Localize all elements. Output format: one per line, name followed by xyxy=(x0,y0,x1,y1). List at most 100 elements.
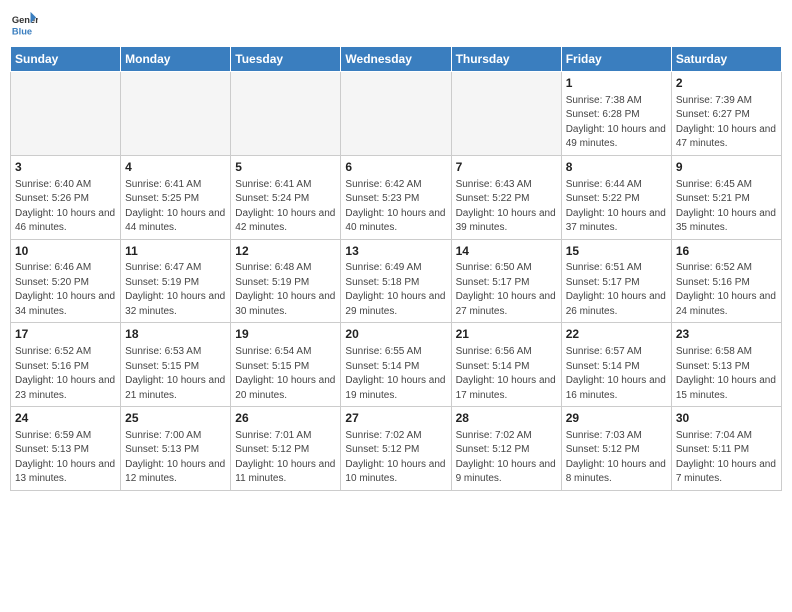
day-number: 4 xyxy=(125,159,226,176)
calendar-cell: 8 Sunrise: 6:44 AM Sunset: 5:22 PM Daylig… xyxy=(561,155,671,239)
day-number: 27 xyxy=(345,410,446,427)
day-number: 2 xyxy=(676,75,777,92)
day-info: Sunrise: 6:43 AM Sunset: 5:22 PM Dayligh… xyxy=(456,178,557,236)
calendar-cell xyxy=(11,72,121,156)
calendar-week-row: 3 Sunrise: 6:40 AM Sunset: 5:26 PM Daylig… xyxy=(11,155,782,239)
day-info: Sunrise: 7:01 AM Sunset: 5:12 PM Dayligh… xyxy=(235,429,336,487)
day-number: 1 xyxy=(566,75,667,92)
calendar-week-row: 24 Sunrise: 6:59 AM Sunset: 5:13 PM Dayli… xyxy=(11,407,782,491)
day-number: 17 xyxy=(15,326,116,343)
day-number: 16 xyxy=(676,243,777,260)
day-info: Sunrise: 6:47 AM Sunset: 5:19 PM Dayligh… xyxy=(125,261,226,319)
weekday-header: Monday xyxy=(121,47,231,72)
day-info: Sunrise: 6:50 AM Sunset: 5:17 PM Dayligh… xyxy=(456,261,557,319)
day-number: 18 xyxy=(125,326,226,343)
day-info: Sunrise: 6:53 AM Sunset: 5:15 PM Dayligh… xyxy=(125,345,226,403)
calendar-cell: 6Sunrise: 6:42 AM Sunset: 5:23 PM Daylig… xyxy=(341,155,451,239)
weekday-header: Friday xyxy=(561,47,671,72)
day-number: 28 xyxy=(456,410,557,427)
day-number: 23 xyxy=(676,326,777,343)
calendar-cell: 13Sunrise: 6:49 AM Sunset: 5:18 PM Dayli… xyxy=(341,239,451,323)
calendar-cell: 28Sunrise: 7:02 AM Sunset: 5:12 PM Dayli… xyxy=(451,407,561,491)
day-info: Sunrise: 6:44 AM Sunset: 5:22 PM Dayligh… xyxy=(566,178,667,236)
day-info: Sunrise: 7:39 AM Sunset: 6:27 PM Dayligh… xyxy=(676,94,777,152)
calendar-cell: 20 Sunrise: 6:55 AM Sunset: 5:14 PM Dayli… xyxy=(341,323,451,407)
calendar-week-row: 1 Sunrise: 7:38 AM Sunset: 6:28 PM Daylig… xyxy=(11,72,782,156)
day-number: 21 xyxy=(456,326,557,343)
calendar-cell xyxy=(121,72,231,156)
calendar-cell xyxy=(451,72,561,156)
day-number: 6 xyxy=(345,159,446,176)
calendar-cell: 22 Sunrise: 6:57 AM Sunset: 5:14 PM Dayli… xyxy=(561,323,671,407)
day-info: Sunrise: 6:58 AM Sunset: 5:13 PM Dayligh… xyxy=(676,345,777,403)
day-info: Sunrise: 6:46 AM Sunset: 5:20 PM Dayligh… xyxy=(15,261,116,319)
svg-text:Blue: Blue xyxy=(12,26,32,36)
day-info: Sunrise: 6:41 AM Sunset: 5:24 PM Dayligh… xyxy=(235,178,336,236)
day-info: Sunrise: 6:59 AM Sunset: 5:13 PM Dayligh… xyxy=(15,429,116,487)
day-info: Sunrise: 6:52 AM Sunset: 5:16 PM Dayligh… xyxy=(15,345,116,403)
day-number: 11 xyxy=(125,243,226,260)
calendar-cell: 24 Sunrise: 6:59 AM Sunset: 5:13 PM Dayli… xyxy=(11,407,121,491)
day-info: Sunrise: 7:02 AM Sunset: 5:12 PM Dayligh… xyxy=(345,429,446,487)
day-number: 3 xyxy=(15,159,116,176)
logo-icon: General Blue xyxy=(10,10,38,38)
calendar-week-row: 10Sunrise: 6:46 AM Sunset: 5:20 PM Dayli… xyxy=(11,239,782,323)
day-number: 13 xyxy=(345,243,446,260)
day-number: 10 xyxy=(15,243,116,260)
calendar-cell: 29 Sunrise: 7:03 AM Sunset: 5:12 PM Dayli… xyxy=(561,407,671,491)
calendar-cell: 4 Sunrise: 6:41 AM Sunset: 5:25 PM Daylig… xyxy=(121,155,231,239)
day-number: 12 xyxy=(235,243,336,260)
calendar-cell: 17 Sunrise: 6:52 AM Sunset: 5:16 PM Dayli… xyxy=(11,323,121,407)
calendar-cell: 7 Sunrise: 6:43 AM Sunset: 5:22 PM Daylig… xyxy=(451,155,561,239)
day-info: Sunrise: 6:57 AM Sunset: 5:14 PM Dayligh… xyxy=(566,345,667,403)
day-info: Sunrise: 7:38 AM Sunset: 6:28 PM Dayligh… xyxy=(566,94,667,152)
calendar-cell: 18 Sunrise: 6:53 AM Sunset: 5:15 PM Dayli… xyxy=(121,323,231,407)
weekday-header: Saturday xyxy=(671,47,781,72)
day-number: 29 xyxy=(566,410,667,427)
calendar-cell: 19 Sunrise: 6:54 AM Sunset: 5:15 PM Dayli… xyxy=(231,323,341,407)
calendar-cell: 11Sunrise: 6:47 AM Sunset: 5:19 PM Dayli… xyxy=(121,239,231,323)
day-info: Sunrise: 6:40 AM Sunset: 5:26 PM Dayligh… xyxy=(15,178,116,236)
calendar-cell: 1 Sunrise: 7:38 AM Sunset: 6:28 PM Daylig… xyxy=(561,72,671,156)
calendar-cell: 27 Sunrise: 7:02 AM Sunset: 5:12 PM Dayli… xyxy=(341,407,451,491)
day-number: 22 xyxy=(566,326,667,343)
calendar-cell: 23 Sunrise: 6:58 AM Sunset: 5:13 PM Dayli… xyxy=(671,323,781,407)
calendar-header-row: SundayMondayTuesdayWednesdayThursdayFrid… xyxy=(11,47,782,72)
day-info: Sunrise: 6:45 AM Sunset: 5:21 PM Dayligh… xyxy=(676,178,777,236)
calendar-cell: 5 Sunrise: 6:41 AM Sunset: 5:24 PM Daylig… xyxy=(231,155,341,239)
calendar-cell: 2 Sunrise: 7:39 AM Sunset: 6:27 PM Daylig… xyxy=(671,72,781,156)
calendar-cell: 21 Sunrise: 6:56 AM Sunset: 5:14 PM Dayli… xyxy=(451,323,561,407)
day-info: Sunrise: 6:52 AM Sunset: 5:16 PM Dayligh… xyxy=(676,261,777,319)
calendar-week-row: 17 Sunrise: 6:52 AM Sunset: 5:16 PM Dayli… xyxy=(11,323,782,407)
calendar-table: SundayMondayTuesdayWednesdayThursdayFrid… xyxy=(10,46,782,491)
day-number: 9 xyxy=(676,159,777,176)
calendar-cell: 16Sunrise: 6:52 AM Sunset: 5:16 PM Dayli… xyxy=(671,239,781,323)
calendar-cell: 14Sunrise: 6:50 AM Sunset: 5:17 PM Dayli… xyxy=(451,239,561,323)
day-info: Sunrise: 6:55 AM Sunset: 5:14 PM Dayligh… xyxy=(345,345,446,403)
day-number: 30 xyxy=(676,410,777,427)
calendar-cell: 26Sunrise: 7:01 AM Sunset: 5:12 PM Dayli… xyxy=(231,407,341,491)
logo: General Blue xyxy=(10,10,42,38)
day-info: Sunrise: 6:49 AM Sunset: 5:18 PM Dayligh… xyxy=(345,261,446,319)
day-number: 14 xyxy=(456,243,557,260)
day-number: 20 xyxy=(345,326,446,343)
day-number: 25 xyxy=(125,410,226,427)
day-number: 8 xyxy=(566,159,667,176)
calendar-cell: 12Sunrise: 6:48 AM Sunset: 5:19 PM Dayli… xyxy=(231,239,341,323)
day-info: Sunrise: 6:41 AM Sunset: 5:25 PM Dayligh… xyxy=(125,178,226,236)
weekday-header: Tuesday xyxy=(231,47,341,72)
weekday-header: Thursday xyxy=(451,47,561,72)
day-number: 5 xyxy=(235,159,336,176)
day-number: 15 xyxy=(566,243,667,260)
calendar-cell: 10Sunrise: 6:46 AM Sunset: 5:20 PM Dayli… xyxy=(11,239,121,323)
calendar-cell: 30Sunrise: 7:04 AM Sunset: 5:11 PM Dayli… xyxy=(671,407,781,491)
calendar-cell: 9 Sunrise: 6:45 AM Sunset: 5:21 PM Daylig… xyxy=(671,155,781,239)
day-number: 19 xyxy=(235,326,336,343)
calendar-cell: 25 Sunrise: 7:00 AM Sunset: 5:13 PM Dayli… xyxy=(121,407,231,491)
day-info: Sunrise: 6:54 AM Sunset: 5:15 PM Dayligh… xyxy=(235,345,336,403)
day-number: 24 xyxy=(15,410,116,427)
day-info: Sunrise: 6:56 AM Sunset: 5:14 PM Dayligh… xyxy=(456,345,557,403)
day-info: Sunrise: 7:03 AM Sunset: 5:12 PM Dayligh… xyxy=(566,429,667,487)
day-number: 7 xyxy=(456,159,557,176)
day-info: Sunrise: 7:00 AM Sunset: 5:13 PM Dayligh… xyxy=(125,429,226,487)
